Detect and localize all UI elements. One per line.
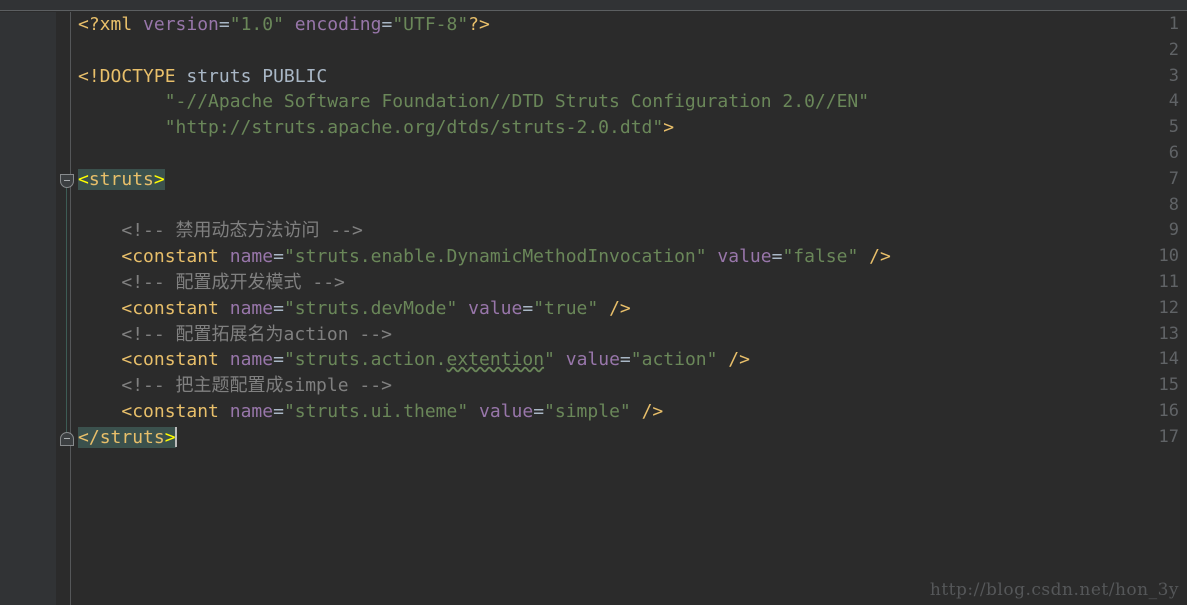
code-editor[interactable]: 1 2 3 4 5 6 7 8 9 10 11 12 13 14 15 16 1… <box>0 12 1187 605</box>
token-self-close: /> <box>717 349 750 371</box>
token-comment: <!-- 把主题配置成simple --> <box>121 375 392 397</box>
token-comment: <!-- 配置拓展名为action --> <box>121 323 392 345</box>
token-attr-name: name <box>218 297 274 319</box>
gutter-separator <box>70 12 71 605</box>
token-value-value: "true" <box>533 297 599 319</box>
token-doctype-name: struts PUBLIC <box>175 65 328 87</box>
window-title-bar <box>0 0 1187 11</box>
token-attr-version: version <box>132 14 219 35</box>
token-attr-name: name <box>218 401 274 422</box>
token-open-bracket: < <box>121 246 133 268</box>
code-line-9[interactable]: <!-- 禁用动态方法访问 --> <box>78 218 363 244</box>
token-equals: = <box>381 14 393 35</box>
code-line-14[interactable]: <constant name="struts.action.extention"… <box>78 347 750 373</box>
token-tag-struts: struts <box>88 168 154 190</box>
matching-tag-highlight: </struts> <box>78 426 176 448</box>
token-comment: <!-- 配置成开发模式 --> <box>121 272 345 293</box>
token-value-name-prefix: "struts.action. <box>283 349 447 371</box>
token-xml-close: ?> <box>468 14 490 35</box>
token-dtd-system-id: "http://struts.apache.org/dtds/struts-2.… <box>164 117 664 139</box>
token-self-close: /> <box>630 401 664 422</box>
token-spelling-warning-extention: extention <box>446 349 545 371</box>
code-line-7[interactable]: <struts> <box>78 167 165 193</box>
token-open-bracket: < <box>121 401 133 422</box>
token-equals: = <box>533 401 545 422</box>
token-tag-constant: constant <box>132 349 219 371</box>
code-line-5[interactable]: "http://struts.apache.org/dtds/struts-2.… <box>78 115 674 141</box>
matching-tag-highlight: <struts> <box>78 168 165 190</box>
code-line-4[interactable]: "-//Apache Software Foundation//DTD Stru… <box>78 89 869 115</box>
token-open-bracket: </ <box>78 426 100 448</box>
token-value-value: "action" <box>630 349 718 371</box>
token-self-close: /> <box>598 297 631 319</box>
token-attr-name: name <box>218 246 274 268</box>
token-tag-constant: constant <box>132 246 219 268</box>
token-equals: = <box>771 246 783 268</box>
token-tag-struts: struts <box>99 426 165 448</box>
code-fold-rail <box>66 174 67 446</box>
code-line-10[interactable]: <constant name="struts.enable.DynamicMet… <box>78 244 891 270</box>
token-doctype-close: > <box>663 117 675 139</box>
token-attr-value: value <box>468 401 534 422</box>
token-value-encoding: "UTF-8" <box>392 14 469 35</box>
code-line-15[interactable]: <!-- 把主题配置成simple --> <box>78 373 392 399</box>
token-value-name: "struts.ui.theme" <box>283 401 469 422</box>
token-equals: = <box>619 349 631 371</box>
token-attr-value: value <box>457 297 523 319</box>
line-number-gutter[interactable] <box>0 12 56 605</box>
token-tag-constant: constant <box>132 297 219 319</box>
token-value-value: "simple" <box>544 401 631 422</box>
token-equals: = <box>218 14 230 35</box>
fold-marker-icon[interactable] <box>60 432 74 446</box>
code-line-3[interactable]: <!DOCTYPE struts PUBLIC <box>78 64 327 90</box>
token-open-bracket: < <box>121 349 133 371</box>
token-tag-constant: constant <box>132 401 219 422</box>
token-equals: = <box>273 246 284 268</box>
code-line-13[interactable]: <!-- 配置拓展名为action --> <box>78 322 392 348</box>
token-equals: = <box>273 297 284 319</box>
token-value-name-suffix: " <box>544 349 555 371</box>
token-value-name: "struts.devMode" <box>283 297 458 319</box>
token-value-version: "1.0" <box>229 14 284 35</box>
token-value-value: "false" <box>782 246 859 268</box>
token-doctype-keyword: <!DOCTYPE <box>78 65 176 87</box>
code-line-1[interactable]: <?xml version="1.0" encoding="UTF-8"?> <box>78 12 490 38</box>
token-open-bracket: < <box>121 297 133 319</box>
token-xml-open: <?xml <box>78 14 133 35</box>
code-line-16[interactable]: <constant name="struts.ui.theme" value="… <box>78 399 663 425</box>
code-line-17[interactable]: </struts> <box>78 425 177 451</box>
token-attr-value: value <box>554 349 620 371</box>
token-equals: = <box>522 297 534 319</box>
token-comment: <!-- 禁用动态方法访问 --> <box>121 220 363 242</box>
token-equals: = <box>273 349 284 371</box>
token-attr-value: value <box>706 246 772 268</box>
fold-marker-icon[interactable] <box>60 174 74 188</box>
token-close-bracket: > <box>153 168 165 190</box>
token-self-close: /> <box>858 246 891 268</box>
token-open-bracket: < <box>78 168 89 190</box>
token-dtd-public-id: "-//Apache Software Foundation//DTD Stru… <box>164 91 870 113</box>
token-attr-name: name <box>218 349 274 371</box>
token-equals: = <box>273 401 284 422</box>
code-line-11[interactable]: <!-- 配置成开发模式 --> <box>78 270 345 296</box>
token-value-name: "struts.enable.DynamicMethodInvocation" <box>283 246 707 268</box>
text-caret <box>174 426 177 447</box>
code-content[interactable]: <?xml version="1.0" encoding="UTF-8"?> <… <box>78 12 1187 605</box>
code-line-12[interactable]: <constant name="struts.devMode" value="t… <box>78 296 631 322</box>
watermark-url: http://blog.csdn.net/hon_3y <box>929 580 1179 600</box>
token-attr-encoding: encoding <box>283 14 382 35</box>
